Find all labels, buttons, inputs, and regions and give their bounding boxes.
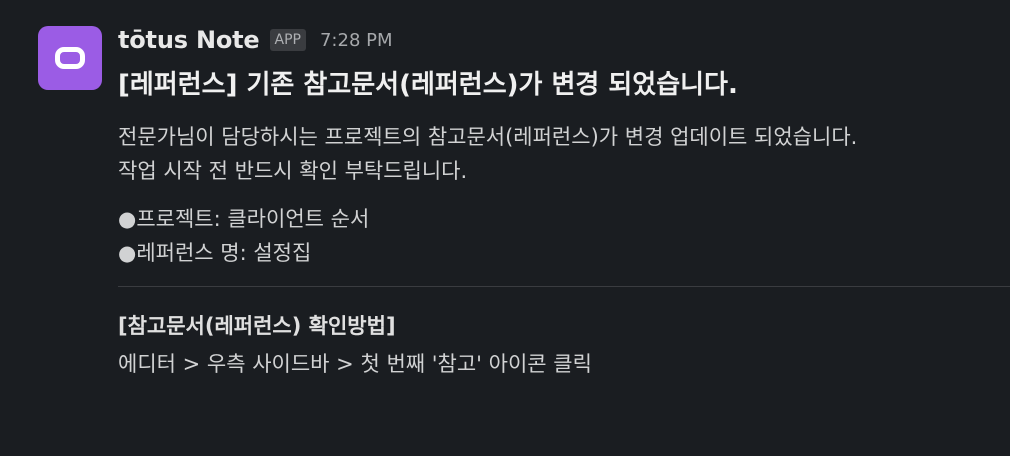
sender-name[interactable]: tōtus Note: [118, 26, 260, 54]
body-line: 전문가님이 담당하시는 프로젝트의 참고문서(레퍼런스)가 변경 업데이트 되었…: [118, 125, 858, 149]
app-avatar[interactable]: [38, 26, 102, 90]
bullet-item: ●프로젝트: 클라이언트 순서: [118, 207, 370, 231]
app-logo-icon: [55, 47, 85, 69]
message-title: [레퍼런스] 기존 참고문서(레퍼런스)가 변경 되었습니다.: [118, 70, 738, 100]
bullet-list: ●프로젝트: 클라이언트 순서 ●레퍼런스 명: 설정집: [118, 202, 1010, 270]
message: tōtus Note APP 7:28 PM [레퍼런스] 기존 참고문서(레퍼…: [0, 0, 1010, 456]
message-content: tōtus Note APP 7:28 PM [레퍼런스] 기존 참고문서(레퍼…: [118, 24, 1010, 381]
message-header: tōtus Note APP 7:28 PM: [118, 24, 1010, 56]
body-line: 작업 시작 전 반드시 확인 부탁드립니다.: [118, 159, 468, 183]
app-badge: APP: [269, 29, 306, 51]
section-title: [참고문서(레퍼런스) 확인방법]: [118, 314, 396, 338]
section-text: 에디터 > 우측 사이드바 > 첫 번째 '참고' 아이콘 클릭: [118, 352, 592, 376]
bullet-item: ●레퍼런스 명: 설정집: [118, 241, 312, 265]
message-body: 전문가님이 담당하시는 프로젝트의 참고문서(레퍼런스)가 변경 업데이트 되었…: [118, 120, 1010, 188]
message-timestamp[interactable]: 7:28 PM: [320, 30, 393, 51]
divider: [118, 286, 1010, 287]
